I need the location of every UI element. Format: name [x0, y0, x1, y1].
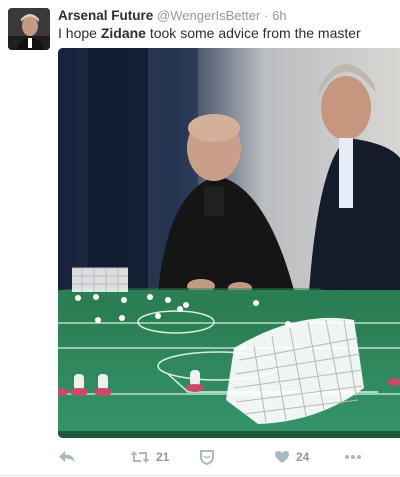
heart-icon	[274, 450, 290, 464]
reply-button[interactable]	[58, 446, 76, 468]
like-count: 24	[296, 450, 310, 464]
tweet[interactable]: Arsenal Future @WengerIsBetter · 6h I ho…	[0, 0, 400, 477]
avatar[interactable]	[8, 8, 50, 50]
shield-icon	[199, 449, 215, 465]
retweet-button[interactable]: 21	[130, 446, 169, 468]
divider	[0, 475, 400, 476]
tweet-text-part: I hope	[58, 25, 101, 41]
reply-icon	[58, 450, 76, 464]
tweet-text: I hope Zidane took some advice from the …	[58, 24, 361, 42]
author-name[interactable]: Arsenal Future	[58, 8, 153, 23]
separator-dot: ·	[264, 8, 269, 23]
tweet-text-bold: Zidane	[100, 25, 146, 41]
more-dots-icon	[344, 454, 362, 460]
tweet-photo[interactable]	[58, 48, 400, 438]
tweet-time[interactable]: 6h	[272, 8, 286, 23]
tweet-header: Arsenal Future @WengerIsBetter · 6h	[58, 7, 287, 24]
shield-button[interactable]	[199, 446, 215, 468]
retweet-count: 21	[156, 450, 170, 464]
retweet-icon	[130, 450, 150, 464]
tweet-actions: 21 24	[58, 446, 400, 468]
author-handle[interactable]: @WengerIsBetter	[157, 8, 260, 23]
tweet-text-part: took some advice from the master	[145, 25, 361, 41]
like-button[interactable]: 24	[274, 446, 309, 468]
more-button[interactable]	[344, 446, 362, 468]
